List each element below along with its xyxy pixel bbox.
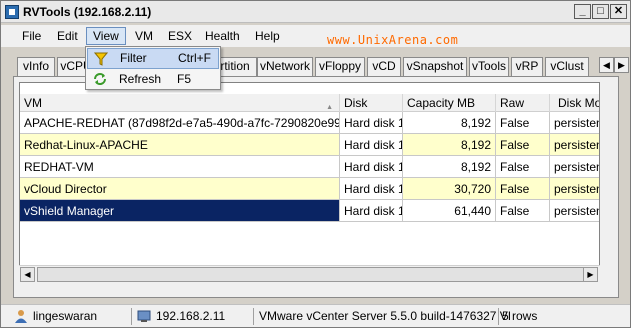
- status-host: 192.168.2.11: [156, 309, 226, 323]
- title-bar: RVTools (192.168.2.11) _ □ ✕: [1, 1, 630, 23]
- scroll-left-button[interactable]: ◀: [20, 267, 35, 282]
- table-row[interactable]: Redhat-Linux-APACHE Hard disk 1 8,192 Fa…: [20, 134, 599, 156]
- cell-disk: Hard disk 1: [340, 178, 403, 200]
- window-title: RVTools (192.168.2.11): [23, 5, 152, 19]
- cell-disk-mode: persistent: [550, 200, 599, 222]
- menu-item-label: Refresh: [119, 72, 162, 86]
- cell-vm: vShield Manager: [20, 200, 340, 222]
- tab-vtools[interactable]: vTools: [469, 57, 509, 76]
- cell-capacity: 8,192: [403, 134, 496, 156]
- funnel-icon: [94, 52, 108, 66]
- minimize-button[interactable]: _: [574, 4, 591, 19]
- cell-disk-mode: persistent: [550, 156, 599, 178]
- column-header-label: VM: [24, 96, 42, 110]
- cell-disk: Hard disk 1: [340, 156, 403, 178]
- watermark-text: www.UnixArena.com: [327, 33, 459, 47]
- column-header-capacity[interactable]: Capacity MB: [403, 94, 496, 112]
- horizontal-scrollbar[interactable]: ◀ ▶: [19, 265, 600, 282]
- menu-item-label: Filter: [120, 51, 147, 65]
- cell-raw: False: [496, 134, 550, 156]
- cell-capacity: 30,720: [403, 178, 496, 200]
- vdisk-grid: VM ▲ Disk Capacity MB Raw Disk Mod APACH…: [19, 82, 600, 282]
- cell-raw: False: [496, 178, 550, 200]
- cell-disk: Hard disk 1: [340, 112, 403, 134]
- status-separator: [498, 308, 499, 325]
- user-icon: [15, 310, 27, 323]
- table-row-selected[interactable]: vShield Manager Hard disk 1 61,440 False…: [20, 200, 599, 222]
- grid-header: VM ▲ Disk Capacity MB Raw Disk Mod: [20, 94, 599, 112]
- menu-view[interactable]: View: [86, 27, 126, 45]
- menu-esx[interactable]: ESX: [162, 27, 198, 45]
- menu-item-shortcut: F5: [177, 72, 192, 86]
- cell-disk-mode: persistent: [550, 134, 599, 156]
- column-header-disk-mode[interactable]: Disk Mod: [550, 94, 599, 112]
- tab-vcd[interactable]: vCD: [367, 57, 401, 76]
- cell-disk-mode: persistent: [550, 112, 599, 134]
- cell-vm: Redhat-Linux-APACHE: [20, 134, 340, 156]
- refresh-icon: [94, 73, 106, 85]
- cell-raw: False: [496, 156, 550, 178]
- cell-disk-mode: persistent: [550, 178, 599, 200]
- cell-capacity: 61,440: [403, 200, 496, 222]
- table-row[interactable]: vCloud Director Hard disk 1 30,720 False…: [20, 178, 599, 200]
- menu-item-filter[interactable]: Filter Ctrl+F: [87, 48, 219, 69]
- server-icon: [137, 310, 151, 322]
- cell-vm: REDHAT-VM: [20, 156, 340, 178]
- sort-ascending-icon: ▲: [326, 104, 333, 111]
- rvtools-window: RVTools (192.168.2.11) _ □ ✕ File Edit V…: [0, 0, 631, 328]
- menu-item-refresh[interactable]: Refresh F5: [87, 69, 219, 90]
- menu-vm[interactable]: VM: [129, 27, 159, 45]
- cell-raw: False: [496, 112, 550, 134]
- cell-capacity: 8,192: [403, 112, 496, 134]
- scrollbar-thumb[interactable]: [37, 267, 596, 282]
- menu-edit[interactable]: Edit: [51, 27, 84, 45]
- table-row[interactable]: APACHE-REDHAT (87d98f2d-e7a5-490d-a7fc-7…: [20, 112, 599, 134]
- status-separator: [253, 308, 254, 325]
- cell-vm: APACHE-REDHAT (87d98f2d-e7a5-490d-a7fc-7…: [20, 112, 340, 134]
- column-header-vm[interactable]: VM ▲: [20, 94, 340, 112]
- tab-vinfo[interactable]: vInfo: [17, 57, 55, 76]
- table-row[interactable]: REDHAT-VM Hard disk 1 8,192 False persis…: [20, 156, 599, 178]
- status-bar: lingeswaran 192.168.2.11 VMware vCenter …: [1, 304, 630, 327]
- cell-raw: False: [496, 200, 550, 222]
- menu-help[interactable]: Help: [249, 27, 286, 45]
- menu-bar: File Edit View VM ESX Health Help www.Un…: [1, 25, 630, 47]
- rvtools-app-icon: [5, 5, 19, 19]
- tab-scroll-left-button[interactable]: ◀: [599, 57, 614, 73]
- tab-vcluster[interactable]: vClust: [545, 57, 589, 76]
- cell-capacity: 8,192: [403, 156, 496, 178]
- tab-vfloppy[interactable]: vFloppy: [315, 57, 365, 76]
- menu-health[interactable]: Health: [199, 27, 246, 45]
- cell-disk: Hard disk 1: [340, 200, 403, 222]
- status-server-version: VMware vCenter Server 5.5.0 build-147632…: [259, 309, 512, 323]
- tab-vsnapshot[interactable]: vSnapshot: [403, 57, 467, 76]
- status-separator: [131, 308, 132, 325]
- menu-file[interactable]: File: [16, 27, 47, 45]
- column-header-disk[interactable]: Disk: [340, 94, 403, 112]
- cell-disk: Hard disk 1: [340, 134, 403, 156]
- scroll-right-button[interactable]: ▶: [583, 267, 598, 282]
- tab-scroll-right-button[interactable]: ▶: [614, 57, 629, 73]
- column-header-raw[interactable]: Raw: [496, 94, 550, 112]
- status-user: lingeswaran: [33, 309, 98, 323]
- menu-item-shortcut: Ctrl+F: [178, 51, 211, 65]
- view-menu-dropdown: Filter Ctrl+F Refresh F5: [85, 46, 221, 90]
- tab-vnetwork[interactable]: vNetwork: [257, 57, 313, 76]
- status-row-count: 5 rows: [502, 309, 538, 323]
- maximize-button[interactable]: □: [592, 4, 609, 19]
- close-button[interactable]: ✕: [610, 4, 627, 19]
- tab-vrp[interactable]: vRP: [511, 57, 543, 76]
- cell-vm: vCloud Director: [20, 178, 340, 200]
